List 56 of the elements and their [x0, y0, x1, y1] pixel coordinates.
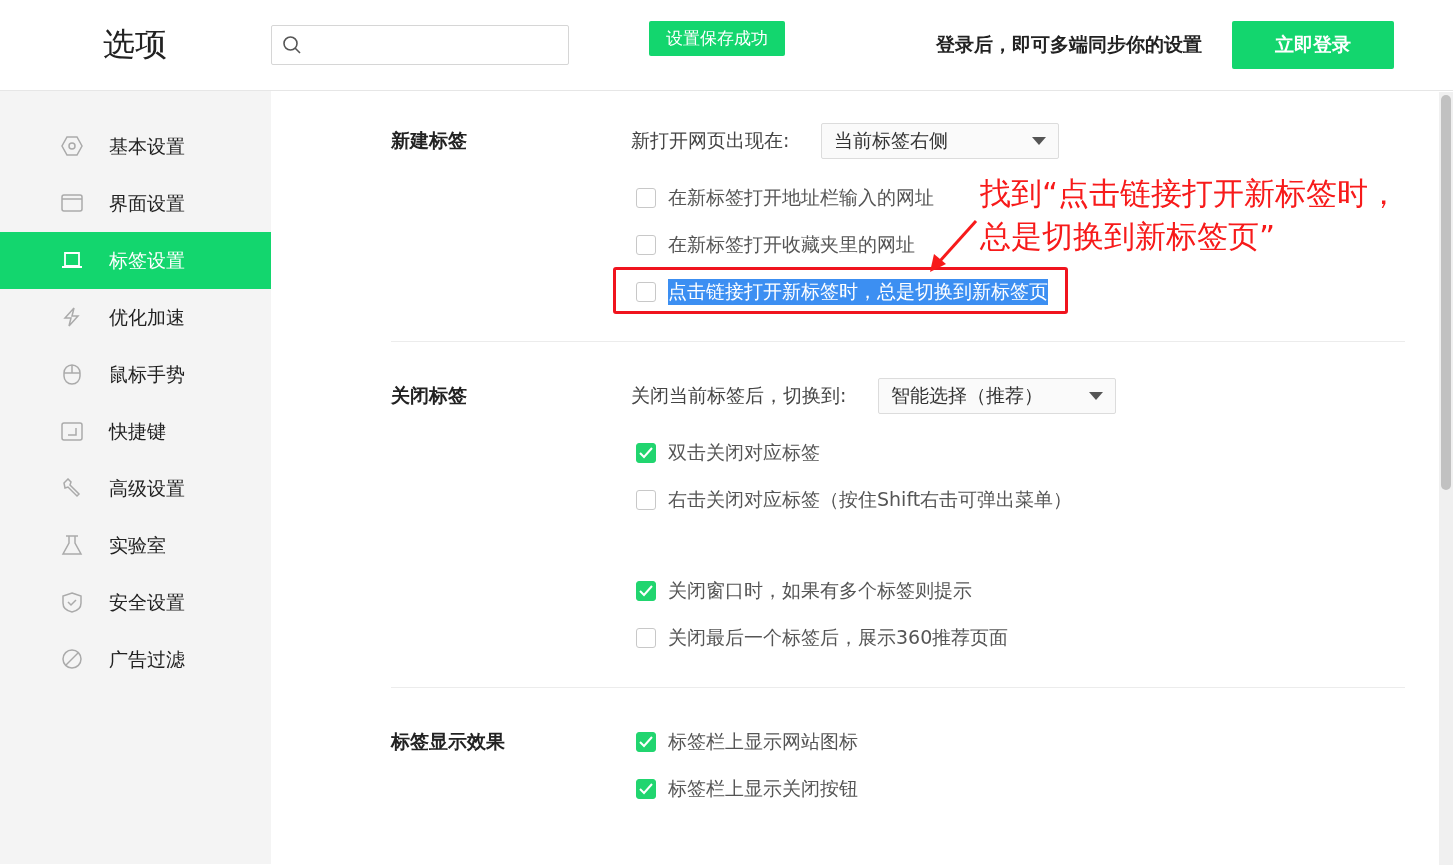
- option-label: 在新标签打开收藏夹里的网址: [668, 231, 915, 257]
- search-icon: [282, 35, 302, 55]
- caret-icon: [1089, 391, 1104, 400]
- check-icon: [639, 584, 653, 597]
- option-label: 标签栏上显示网站图标: [668, 728, 858, 754]
- sidebar-item[interactable]: 基本设置: [0, 118, 271, 175]
- sidebar-item[interactable]: 鼠标手势: [0, 346, 271, 403]
- checkbox[interactable]: [636, 234, 656, 255]
- sidebar-item[interactable]: 界面设置: [0, 175, 271, 232]
- check-icon: [639, 735, 653, 748]
- option-label: 关闭最后一个标签后，展示360推荐页面: [668, 624, 1009, 650]
- option-label: 在新标签打开地址栏输入的网址: [668, 184, 934, 210]
- login-hint: 登录后，即可多端同步你的设置: [936, 32, 1202, 57]
- sidebar-item-icon: [61, 649, 83, 670]
- dropdown[interactable]: 智能选择（推荐）: [878, 377, 1117, 414]
- option-label: 点击链接打开新标签时，总是切换到新标签页: [668, 278, 1048, 305]
- page-title: 选项: [102, 24, 168, 65]
- checkbox[interactable]: [636, 580, 656, 601]
- caret-icon: [1032, 136, 1047, 145]
- sidebar-item[interactable]: 实验室: [0, 517, 271, 574]
- option-label: 关闭窗口时，如果有多个标签则提示: [668, 577, 972, 603]
- checkbox[interactable]: [636, 778, 656, 799]
- sidebar-item-icon: [61, 592, 83, 613]
- check-icon: [639, 446, 653, 459]
- dropdown-label: 新打开网页出现在:: [631, 127, 790, 153]
- sidebar-item-icon: [61, 421, 83, 442]
- dropdown-label: 关闭当前标签后，切换到:: [631, 382, 847, 408]
- annotation-text: 找到“点击链接打开新标签时， 总是切换到新标签页”: [980, 174, 1400, 256]
- sidebar-item[interactable]: 优化加速: [0, 289, 271, 346]
- success-toast: 设置保存成功: [649, 21, 785, 56]
- check-icon: [639, 782, 653, 795]
- sidebar-item-icon: [61, 535, 83, 556]
- sidebar-item[interactable]: 广告过滤: [0, 631, 271, 688]
- checkbox[interactable]: [636, 627, 656, 648]
- sidebar-item-icon: [61, 136, 83, 157]
- sidebar-item-icon: [61, 193, 83, 214]
- checkbox[interactable]: [636, 281, 656, 302]
- checkbox[interactable]: [636, 489, 656, 510]
- sidebar-item-icon: [61, 364, 83, 385]
- option-label: 标签栏上显示关闭按钮: [668, 775, 858, 801]
- option-label: 右击关闭对应标签（按住Shift右击可弹出菜单）: [668, 486, 1073, 512]
- dropdown[interactable]: 当前标签右侧: [821, 122, 1060, 159]
- sidebar-item[interactable]: 安全设置: [0, 574, 271, 631]
- section-title: 标签显示效果: [391, 729, 506, 754]
- search-field[interactable]: [271, 25, 569, 65]
- section-title: 新建标签: [391, 128, 468, 153]
- checkbox[interactable]: [636, 187, 656, 208]
- checkbox[interactable]: [636, 442, 656, 463]
- checkbox[interactable]: [636, 731, 656, 752]
- sidebar-item-icon: [61, 478, 83, 499]
- option-label: 双击关闭对应标签: [668, 439, 820, 465]
- sidebar-item-icon: [61, 250, 83, 271]
- sidebar-item[interactable]: 快捷键: [0, 403, 271, 460]
- section-title: 关闭标签: [391, 383, 468, 408]
- annotation-arrow: [928, 219, 978, 273]
- sidebar-item[interactable]: 高级设置: [0, 460, 271, 517]
